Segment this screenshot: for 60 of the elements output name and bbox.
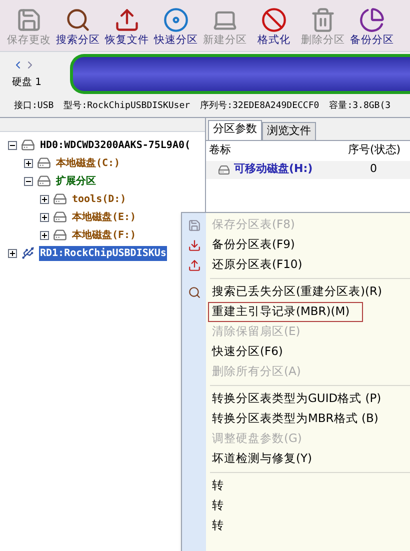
- save-icon: [16, 7, 42, 34]
- column-header: 卷标: [208, 142, 232, 158]
- tab[interactable]: 分区参数: [208, 120, 262, 140]
- menu-item[interactable]: 转: [208, 516, 228, 536]
- expander-icon[interactable]: [40, 212, 49, 222]
- disk-label: 硬盘 1: [12, 76, 43, 90]
- tree-item[interactable]: RD1:RockChipUSBDISKUs: [39, 246, 168, 260]
- search-icon: [188, 286, 200, 298]
- toolbar-button[interactable]: 快速分区: [153, 7, 199, 49]
- disk-info: 型号:RockChipUSBDISKUser: [64, 100, 190, 113]
- tab[interactable]: 浏览文件: [262, 122, 316, 140]
- tree-item[interactable]: 扩展分区: [55, 174, 97, 188]
- drive-icon: [37, 156, 51, 170]
- menu-item[interactable]: 转: [208, 496, 228, 516]
- download-icon: [188, 238, 200, 252]
- menu-item[interactable]: 快速分区(F6): [208, 342, 287, 362]
- tree-item[interactable]: 本地磁盘(F:): [71, 228, 138, 242]
- menu-item[interactable]: 重建主引导记录(MBR)(M): [208, 302, 363, 322]
- menu-item[interactable]: 转换分区表类型为MBR格式 (B): [208, 409, 382, 429]
- menu-item[interactable]: 坏道检测与修复(Y): [208, 449, 316, 469]
- disc-icon: [163, 7, 189, 34]
- menu-item[interactable]: 转换分区表类型为GUID格式 (P): [208, 389, 386, 409]
- disk-info: 接口:USB: [14, 100, 54, 113]
- search-icon: [65, 7, 91, 34]
- menu-item[interactable]: 备份分区表(F9): [208, 235, 299, 255]
- expander-icon[interactable]: [8, 140, 17, 150]
- toolbar-button[interactable]: 格式化: [251, 7, 297, 49]
- drive-icon: [218, 164, 230, 176]
- expander-icon[interactable]: [8, 248, 17, 258]
- column-header: 序号(状态): [347, 142, 401, 158]
- tree-item[interactable]: tools(D:): [71, 192, 128, 206]
- toolbar-button[interactable]: 备份分区: [349, 7, 395, 49]
- tree-item[interactable]: 本地磁盘(E:): [71, 210, 138, 224]
- drive-icon: [21, 138, 35, 152]
- tree-item[interactable]: HD0:WDCWD3200AAKS-75L9A0(: [39, 138, 192, 152]
- expander-icon[interactable]: [24, 176, 33, 186]
- table-cell-text: 0: [369, 161, 377, 178]
- upload-icon: [188, 258, 200, 272]
- drive-icon: [53, 228, 67, 242]
- toolbar-button[interactable]: 搜索分区: [55, 7, 101, 49]
- expander-icon[interactable]: [40, 194, 49, 204]
- save-icon: [188, 218, 200, 232]
- disk-info: 序列号:32EDE8A249DECCF0: [200, 100, 320, 113]
- disk-info: 容量:3.8GB(3: [329, 100, 391, 113]
- menu-item[interactable]: 搜索已丢失分区(重建分区表)(R): [208, 282, 386, 302]
- toolbar-button[interactable]: 恢复文件: [104, 7, 150, 49]
- menu-item[interactable]: 还原分区表(F10): [208, 255, 306, 275]
- pie-chart-icon: [359, 7, 385, 34]
- menu-item[interactable]: 转: [208, 476, 228, 496]
- expander-icon[interactable]: [24, 158, 33, 168]
- tree-item[interactable]: 本地磁盘(C:): [55, 156, 122, 170]
- drive-icon: [37, 174, 51, 188]
- usb-icon: [21, 246, 35, 260]
- drive-icon: [53, 192, 67, 206]
- upload-icon: [114, 7, 140, 34]
- trash-icon: [310, 7, 336, 34]
- drive-icon: [53, 210, 67, 224]
- table-cell-text: 可移动磁盘(H:): [234, 161, 313, 178]
- expander-icon[interactable]: [40, 230, 49, 240]
- ban-icon: [261, 7, 287, 34]
